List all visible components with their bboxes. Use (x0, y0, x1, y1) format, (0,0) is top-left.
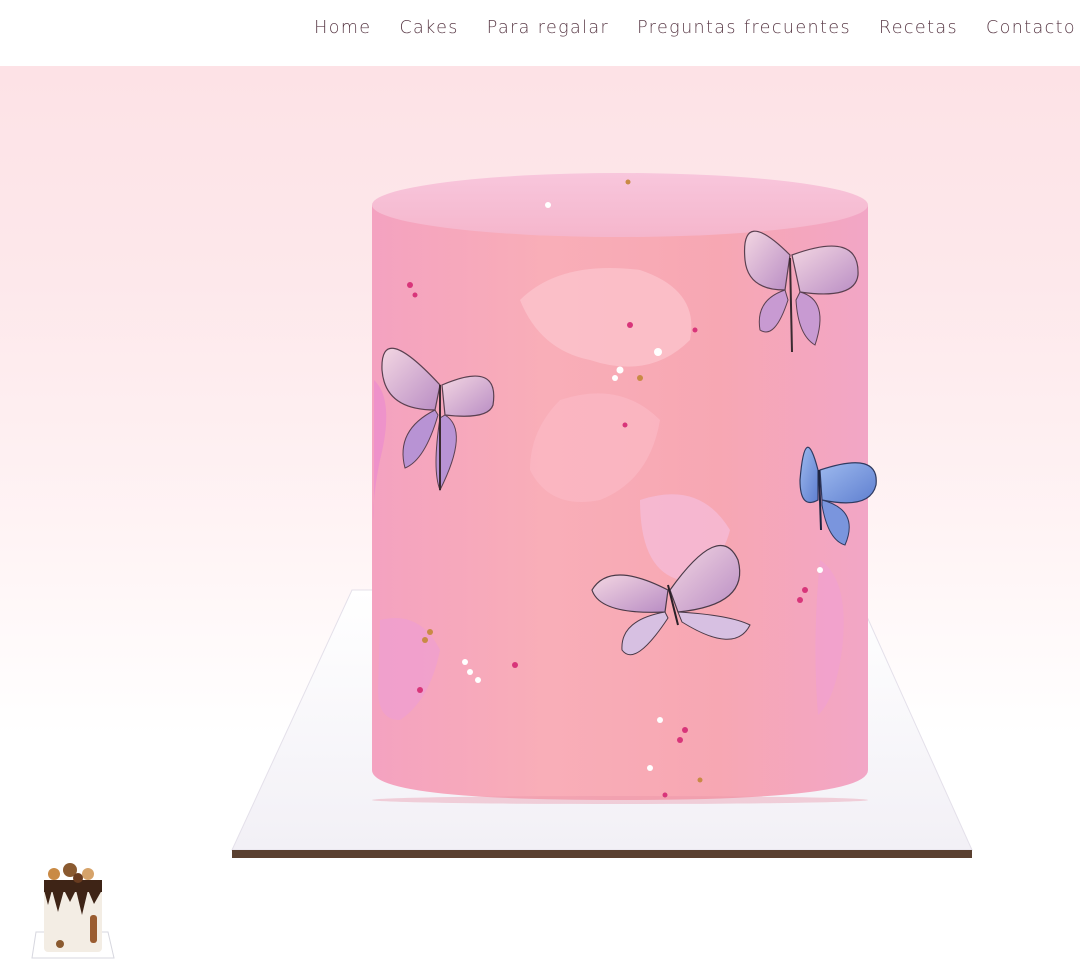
nav-para-regalar[interactable]: Para regalar (487, 18, 609, 38)
site-header: Home Cakes Para regalar Preguntas frecue… (0, 0, 1080, 66)
nav-recetas[interactable]: Recetas (879, 18, 958, 38)
main-nav: Home Cakes Para regalar Preguntas frecue… (314, 18, 1076, 38)
gallery-thumbnail[interactable] (30, 860, 116, 960)
nav-cakes[interactable]: Cakes (399, 18, 458, 38)
main-product-image[interactable] (0, 66, 1080, 925)
nav-preguntas-frecuentes[interactable]: Preguntas frecuentes (637, 18, 851, 38)
nav-home[interactable]: Home (314, 18, 371, 38)
cake-body (372, 173, 868, 804)
product-gallery (0, 66, 1080, 959)
nav-contacto[interactable]: Contacto (986, 18, 1076, 38)
